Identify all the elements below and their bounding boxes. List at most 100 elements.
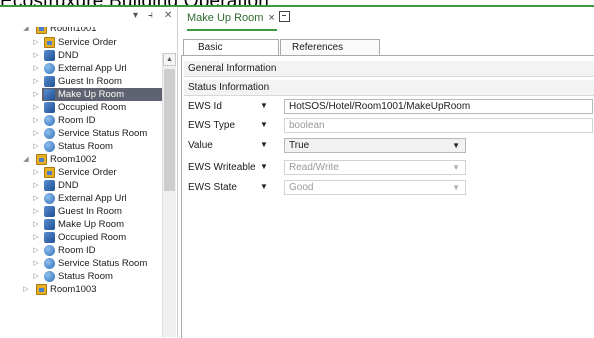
tree-item-occupied-room[interactable]: ▷ Occupied Room	[0, 231, 163, 244]
folder-icon	[44, 167, 55, 178]
ews-id-input[interactable]: HotSOS/Hotel/Room1001/MakeUpRoom	[284, 99, 593, 114]
tree-item-label: DND	[58, 50, 79, 61]
tree-item-occupied-room[interactable]: ▷ Occupied Room	[0, 101, 163, 114]
expand-arrow-icon[interactable]: ▷	[32, 179, 40, 192]
tree-item-label: Guest In Room	[58, 76, 122, 87]
globe-icon	[44, 193, 55, 204]
expand-arrow-icon[interactable]: ▷	[32, 75, 40, 88]
ews-type-input: boolean	[284, 118, 593, 133]
expand-arrow-icon[interactable]: ▷	[32, 257, 40, 270]
tree-item-label: Room1002	[50, 154, 97, 165]
hand-icon	[44, 180, 55, 191]
document-tab-label[interactable]: Make Up Room	[187, 12, 263, 24]
tree-item-label: Room1003	[50, 284, 97, 295]
hand-icon	[44, 50, 55, 61]
section-general-information[interactable]: General Information	[184, 61, 594, 77]
expand-arrow-icon[interactable]: ▷	[32, 127, 40, 140]
close-icon[interactable]: ✕	[164, 10, 172, 21]
field-ews-id: EWS Id ▼ HotSOS/Hotel/Room1001/MakeUpRoo…	[188, 98, 593, 116]
ews-writeable-select: Read/Write ▼	[284, 160, 466, 175]
expand-arrow-icon[interactable]: ▷	[32, 218, 40, 231]
collapse-arrow-icon[interactable]: ◢	[22, 153, 30, 166]
expand-arrow-icon[interactable]: ▷	[32, 140, 40, 153]
tree-item-room1002[interactable]: ◢ Room1002	[0, 153, 163, 166]
ews-state-label: EWS State	[188, 182, 237, 193]
tree-item-room-id[interactable]: ▷ Room ID	[0, 114, 163, 127]
expand-arrow-icon[interactable]: ▷	[32, 114, 40, 127]
scroll-up-arrow-icon[interactable]: ▲	[163, 53, 176, 66]
tree-item-room1003[interactable]: ▷ Room1003	[0, 283, 163, 296]
expand-arrow-icon[interactable]: ▷	[32, 101, 40, 114]
expand-arrow-icon[interactable]: ▷	[32, 244, 40, 257]
tab-references[interactable]: References	[280, 39, 380, 55]
value-selected: True	[289, 140, 310, 151]
tree-item-guest-in-room[interactable]: ▷ Guest In Room	[0, 205, 163, 218]
tree-item-label: Room ID	[58, 245, 96, 256]
tree-item-guest-in-room[interactable]: ▷ Guest In Room	[0, 75, 163, 88]
save-icon[interactable]	[278, 11, 290, 22]
hand-icon	[44, 89, 55, 100]
tree-item-room1001[interactable]: ◢ Room1001	[0, 27, 163, 35]
tree-item-service-status-room[interactable]: ▷ Service Status Room	[0, 257, 163, 270]
tree-item-status-room[interactable]: ▷ Status Room	[0, 270, 163, 283]
expand-arrow-icon[interactable]: ▷	[32, 49, 40, 62]
tree-item-make-up-room-arrow[interactable]: ▷	[0, 88, 42, 101]
expand-arrow-icon[interactable]: ▷	[22, 283, 30, 296]
globe-icon	[44, 128, 55, 139]
tree-scrollbar[interactable]: ▲	[162, 53, 176, 337]
tree-item-external-app-url[interactable]: ▷ External App Url	[0, 62, 163, 75]
pane-menu-icon[interactable]: ▾	[133, 10, 138, 21]
ews-type-options-icon[interactable]: ▼	[260, 120, 268, 129]
ews-id-label: EWS Id	[188, 101, 222, 112]
expand-arrow-icon[interactable]: ▷	[32, 270, 40, 283]
folder-icon	[36, 284, 47, 295]
expand-arrow-icon[interactable]: ▷	[32, 205, 40, 218]
value-options-icon[interactable]: ▼	[260, 140, 268, 149]
globe-icon	[44, 258, 55, 269]
tree-item-dnd[interactable]: ▷ DND	[0, 49, 163, 62]
document-tab[interactable]: Make Up Room ×	[187, 9, 290, 29]
globe-icon	[44, 63, 55, 74]
scroll-thumb[interactable]	[164, 69, 175, 191]
close-tab-icon[interactable]: ×	[268, 12, 274, 24]
ews-id-options-icon[interactable]: ▼	[260, 101, 268, 110]
expand-arrow-icon[interactable]: ▷	[32, 36, 40, 49]
tree-item-label: Occupied Room	[58, 232, 127, 243]
section-status-label: Status Information	[188, 82, 270, 93]
folder-icon	[44, 37, 55, 48]
expand-arrow-icon[interactable]: ▷	[32, 62, 40, 75]
collapse-arrow-icon[interactable]: ◢	[22, 27, 30, 35]
tab-basic[interactable]: Basic	[183, 39, 279, 55]
tree-item-label: Make Up Room	[58, 89, 124, 100]
tree-item-make-up-room-selected[interactable]: Make Up Room	[42, 88, 163, 101]
value-select[interactable]: True ▼	[284, 138, 466, 153]
pin-icon[interactable]: ⫞	[148, 10, 153, 21]
expand-arrow-icon[interactable]: ▷	[32, 166, 40, 179]
ews-state-options-icon[interactable]: ▼	[260, 182, 268, 191]
field-ews-state: EWS State ▼ Good ▼	[188, 179, 593, 197]
tree-item-room-id[interactable]: ▷ Room ID	[0, 244, 163, 257]
section-status-information[interactable]: Status Information	[184, 80, 594, 96]
tree-item-status-room[interactable]: ▷ Status Room	[0, 140, 163, 153]
tree-item-label: Status Room	[58, 271, 113, 282]
tree-item-dnd[interactable]: ▷ DND	[0, 179, 163, 192]
ews-id-value: HotSOS/Hotel/Room1001/MakeUpRoom	[289, 101, 471, 112]
tree-item-label: Service Status Room	[58, 258, 148, 269]
expand-arrow-icon[interactable]: ▷	[32, 231, 40, 244]
tree-item-service-order[interactable]: ▷ Service Order	[0, 36, 163, 49]
globe-icon	[44, 245, 55, 256]
expand-arrow-icon[interactable]: ▷	[32, 88, 40, 101]
chevron-down-icon[interactable]: ▼	[452, 139, 460, 152]
expand-arrow-icon[interactable]: ▷	[32, 192, 40, 205]
tree-item-service-status-room[interactable]: ▷ Service Status Room	[0, 127, 163, 140]
ews-state-select: Good ▼	[284, 180, 466, 195]
tree-item-make-up-room[interactable]: ▷ Make Up Room	[0, 218, 163, 231]
section-general-label: General Information	[188, 63, 277, 74]
tree-item-service-order[interactable]: ▷ Service Order	[0, 166, 163, 179]
tree-item-label: Service Order	[58, 167, 117, 178]
tree-item-external-app-url[interactable]: ▷ External App Url	[0, 192, 163, 205]
field-ews-type: EWS Type ▼ boolean	[188, 117, 593, 135]
hand-icon	[44, 76, 55, 87]
ews-writeable-options-icon[interactable]: ▼	[260, 162, 268, 171]
tree-item-label: Status Room	[58, 141, 113, 152]
